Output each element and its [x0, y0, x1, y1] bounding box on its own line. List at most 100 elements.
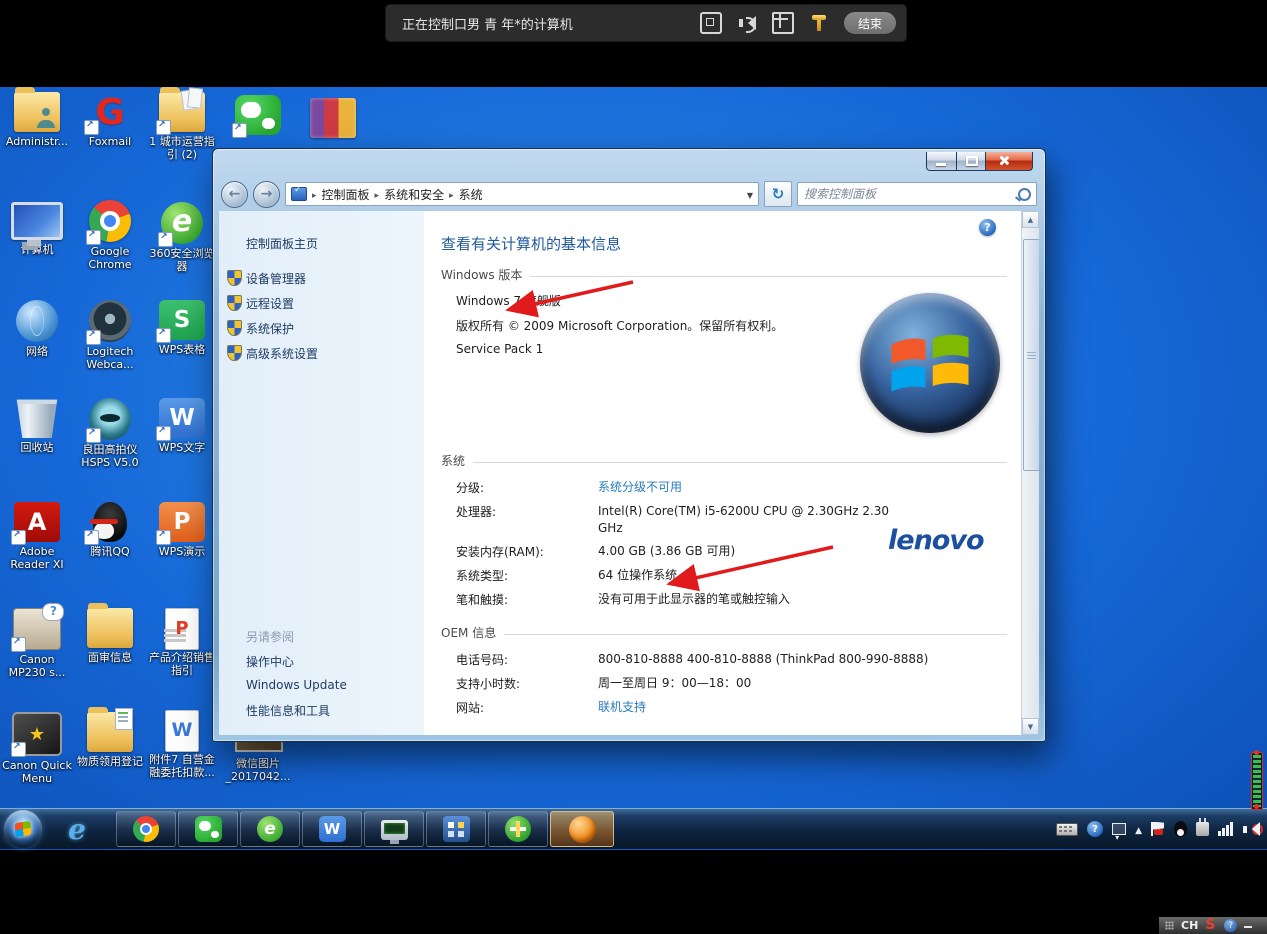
breadcrumb-separator-icon: [312, 187, 317, 201]
desktop-icon-attachment7-doc[interactable]: 附件7 自营金融委托扣款...: [146, 710, 218, 779]
desktop-icon-wechat[interactable]: [222, 95, 294, 138]
section-header-system: 系统: [441, 452, 1007, 469]
start-button[interactable]: [4, 810, 42, 848]
minimize-button[interactable]: [926, 152, 957, 171]
desktop-icon-wps-spreadsheet[interactable]: WPS表格: [146, 300, 218, 356]
address-bar[interactable]: 控制面板 系统和安全 系统: [285, 182, 759, 206]
volume-muted-icon[interactable]: [1243, 822, 1261, 837]
close-button[interactable]: [985, 152, 1033, 171]
ime-help-icon[interactable]: [1224, 919, 1237, 932]
desktop-icon-recycle-bin[interactable]: 回收站: [1, 398, 73, 454]
taskbar-item-chrome[interactable]: [116, 811, 176, 847]
scroll-down-icon[interactable]: [1022, 718, 1039, 735]
desktop-icon-winrar[interactable]: [297, 98, 369, 141]
speaker-wave: [746, 17, 756, 33]
uac-shield-icon: [227, 345, 242, 361]
window-split-icon[interactable]: [772, 12, 794, 34]
breadcrumb-system-security[interactable]: 系统和安全: [384, 186, 444, 203]
shortcut-arrow-badge: [11, 530, 26, 545]
drag-grip-icon[interactable]: [1165, 921, 1174, 930]
taskbar-item-system-tool[interactable]: [426, 811, 486, 847]
wps-spreadsheet-icon: [159, 300, 205, 340]
sidebar-item-advanced-settings[interactable]: 高级系统设置: [246, 345, 318, 362]
desktop-icon-product-intro-doc[interactable]: 产品介绍销售指引: [146, 608, 218, 677]
navigation-bar: 控制面板 系统和安全 系统: [221, 180, 1037, 208]
sidebar-item-action-center[interactable]: 操作中心: [246, 653, 294, 670]
pen-tool-icon[interactable]: [810, 14, 828, 32]
scroll-up-icon[interactable]: [1022, 211, 1039, 228]
desktop-icon-wps-presentation[interactable]: WPS演示: [146, 502, 218, 558]
system-row-label: 安装内存(RAM):: [456, 543, 544, 560]
desktop-icon-scanner[interactable]: 良田高拍仪 HSPS V5.0: [74, 398, 146, 469]
desktop-icon-canon-quick-menu[interactable]: Canon Quick Menu: [1, 712, 73, 785]
section-header-oem: OEM 信息: [441, 624, 1007, 641]
see-also-header: 另请参阅: [246, 628, 294, 645]
taskbar-item-360-browser[interactable]: [240, 811, 300, 847]
desktop-icon-materials-folder[interactable]: 物质领用登记: [74, 712, 146, 768]
rating-unavailable-link[interactable]: 系统分级不可用: [598, 479, 682, 496]
sidebar-item-device-manager[interactable]: 设备管理器: [246, 270, 306, 287]
window-restore-icon[interactable]: [1112, 823, 1126, 835]
scanner-icon: [89, 398, 131, 440]
page-title: 查看有关计算机的基本信息: [441, 233, 621, 254]
system-row-label: 处理器:: [456, 503, 496, 520]
wechat-icon: [195, 816, 222, 842]
desktop-icon-logitech-webcam[interactable]: Logitech Webca...: [74, 300, 146, 371]
canon-printer-icon: [13, 608, 61, 650]
desktop-icon-wps-writer[interactable]: WPS文字: [146, 398, 218, 454]
scrollbar-thumb[interactable]: [1023, 239, 1039, 471]
network-signal-icon[interactable]: [1218, 822, 1234, 836]
sidebar-item-remote-settings[interactable]: 远程设置: [246, 295, 294, 312]
language-indicator[interactable]: CH: [1181, 917, 1198, 934]
end-session-button[interactable]: 结束: [844, 12, 896, 34]
desktop-icon-administrator[interactable]: Administr...: [1, 92, 73, 148]
oem-row-label: 网站:: [456, 699, 484, 716]
desktop-icon-network[interactable]: 网络: [1, 300, 73, 358]
shortcut-arrow-badge: [156, 120, 171, 135]
taskbar-item-remote-session-active[interactable]: [550, 811, 614, 847]
action-center-flag-icon[interactable]: [1151, 822, 1165, 837]
windows-logo: [860, 293, 1000, 433]
forward-button[interactable]: [253, 181, 280, 208]
refresh-button[interactable]: [764, 181, 792, 207]
sidebar-item-windows-update[interactable]: Windows Update: [246, 678, 347, 692]
desktop-icon-qq[interactable]: 腾讯QQ: [74, 502, 146, 558]
desktop-icon-canon-printer[interactable]: Canon MP230 s...: [1, 608, 73, 679]
maximize-button[interactable]: [957, 152, 985, 171]
taskbar-item-360-safety[interactable]: [488, 811, 548, 847]
breadcrumb-control-panel[interactable]: 控制面板: [322, 186, 370, 203]
keyboard-icon[interactable]: [1056, 823, 1078, 836]
desktop-icon-computer[interactable]: 计算机: [1, 202, 73, 256]
taskbar-item-remote-desktop[interactable]: [364, 811, 424, 847]
search-icon[interactable]: [1018, 188, 1031, 201]
sidebar-item-system-protection[interactable]: 系统保护: [246, 320, 294, 337]
address-dropdown-icon[interactable]: [747, 187, 753, 201]
taskbar-item-wps[interactable]: [302, 811, 362, 847]
search-box[interactable]: [797, 182, 1037, 206]
online-support-link[interactable]: 联机支持: [598, 699, 646, 716]
ime-minimize-icon[interactable]: [1244, 926, 1252, 928]
back-button[interactable]: [221, 181, 248, 208]
speaker-icon[interactable]: [738, 14, 756, 32]
power-plug-icon[interactable]: [1196, 822, 1209, 836]
desktop-icon-city-ops-folder[interactable]: 1 城市运营指引 (2): [146, 92, 218, 161]
qq-tray-icon[interactable]: [1174, 821, 1187, 837]
desktop-icon-adobe-reader[interactable]: Adobe Reader XI: [1, 502, 73, 571]
desktop-icon-chrome[interactable]: Google Chrome: [74, 202, 146, 271]
sidebar-item-performance-tools[interactable]: 性能信息和工具: [246, 702, 330, 719]
breadcrumb-separator-icon: [449, 187, 454, 201]
sogou-input-icon[interactable]: [1205, 919, 1217, 933]
show-hidden-icons-icon[interactable]: [1135, 822, 1142, 836]
help-icon[interactable]: [979, 219, 996, 236]
desktop-icon-360-browser[interactable]: 360安全浏览器: [146, 202, 218, 273]
desktop-icon-foxmail[interactable]: Foxmail: [74, 92, 146, 148]
search-input[interactable]: [802, 184, 1016, 204]
help-icon[interactable]: [1087, 821, 1103, 837]
vertical-scrollbar[interactable]: [1021, 211, 1039, 735]
desktop-icon-review-info-folder[interactable]: 面审信息: [74, 608, 146, 664]
breadcrumb-system[interactable]: 系统: [459, 186, 483, 203]
sidebar-item-control-panel-home[interactable]: 控制面板主页: [246, 235, 318, 252]
taskbar-item-wechat[interactable]: [178, 811, 238, 847]
fullscreen-icon[interactable]: [700, 12, 722, 34]
taskbar-item-internet-explorer[interactable]: [52, 811, 102, 847]
